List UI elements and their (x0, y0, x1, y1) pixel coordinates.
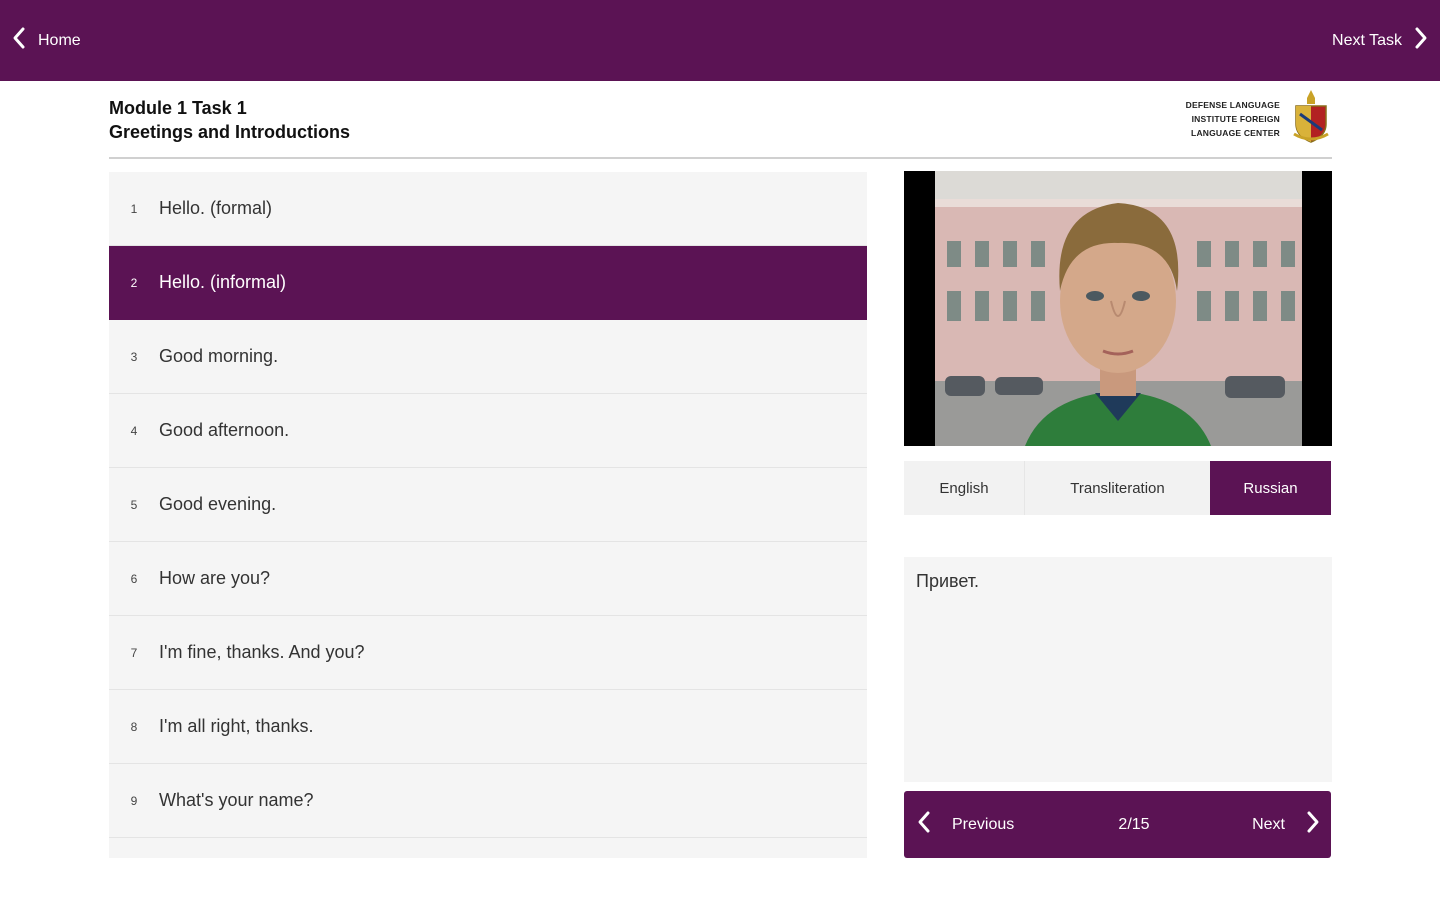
phrase-pager: Previous 2/15 Next (904, 791, 1331, 858)
list-item-selected[interactable]: 2 Hello. (informal) (109, 246, 867, 320)
tab-transliteration[interactable]: Transliteration (1025, 461, 1210, 515)
next-task-label: Next Task (1332, 31, 1402, 49)
list-item-text: I'm fine, thanks. And you? (159, 642, 365, 662)
list-item-number: 2 (130, 275, 138, 290)
list-item-text: Hello. (formal) (159, 198, 273, 218)
page-title: Greetings and Introductions (109, 122, 351, 142)
list-item-text: Hello. (informal) (159, 272, 287, 292)
list-item[interactable]: 1 Hello. (formal) (109, 172, 867, 246)
list-item[interactable]: 5 Good evening. (109, 468, 867, 542)
list-item-text: Good afternoon. (159, 420, 290, 440)
list-item[interactable]: 4 Good afternoon. (109, 394, 867, 468)
language-tabs: English Transliteration Russian (904, 461, 1331, 515)
next-button[interactable]: Next (1252, 791, 1321, 858)
list-item-number: 5 (130, 497, 138, 512)
chevron-right-icon (1412, 26, 1430, 55)
list-item-text: How are you? (159, 568, 271, 588)
tab-russian[interactable]: Russian (1210, 461, 1331, 515)
list-item-text: Good morning. (159, 346, 279, 366)
list-item-text: I'm all right, thanks. (159, 716, 314, 736)
list-item-number: 4 (130, 423, 138, 438)
list-item-number: 7 (130, 645, 138, 660)
list-item[interactable]: 6 How are you? (109, 542, 867, 616)
avatar-video-frame (935, 171, 1302, 446)
next-label: Next (1252, 815, 1285, 833)
list-item-text: What's your name? (159, 790, 314, 810)
module-task-label: Module 1 Task 1 (109, 98, 247, 118)
chevron-right-icon (1305, 810, 1321, 839)
top-bar: Home Next Task (0, 0, 1440, 81)
task-header: Module 1 Task 1 Greetings and Introducti… (109, 90, 1332, 159)
translation-panel: Привет. (904, 557, 1332, 782)
list-item[interactable]: 9 What's your name? (109, 764, 867, 838)
speaker-video[interactable] (904, 171, 1332, 446)
translation-text: Привет. (916, 571, 980, 591)
list-item-number: 8 (130, 719, 138, 734)
chevron-left-icon (10, 26, 28, 55)
dli-logo: DEFENSE LANGUAGE INSTITUTE FOREIGN LANGU… (1186, 88, 1332, 149)
next-task-button[interactable]: Next Task (1332, 0, 1430, 81)
list-item-number: 6 (130, 571, 138, 586)
home-button[interactable]: Home (10, 0, 81, 81)
tab-english[interactable]: English (904, 461, 1025, 515)
list-item[interactable]: 7 I'm fine, thanks. And you? (109, 616, 867, 690)
list-item-number: 9 (130, 793, 138, 808)
header-divider (109, 157, 1332, 159)
list-item[interactable]: 8 I'm all right, thanks. (109, 690, 867, 764)
list-item[interactable]: 3 Good morning. (109, 320, 867, 394)
phrase-list: 1 Hello. (formal) 2 Hello. (informal) 3 … (109, 172, 867, 858)
list-item-text: Good evening. (159, 494, 277, 514)
crest-icon (1290, 88, 1332, 149)
list-item-number: 1 (130, 201, 138, 216)
list-item-number: 3 (130, 349, 138, 364)
home-label: Home (38, 31, 81, 49)
logo-text: DEFENSE LANGUAGE INSTITUTE FOREIGN LANGU… (1185, 99, 1280, 138)
